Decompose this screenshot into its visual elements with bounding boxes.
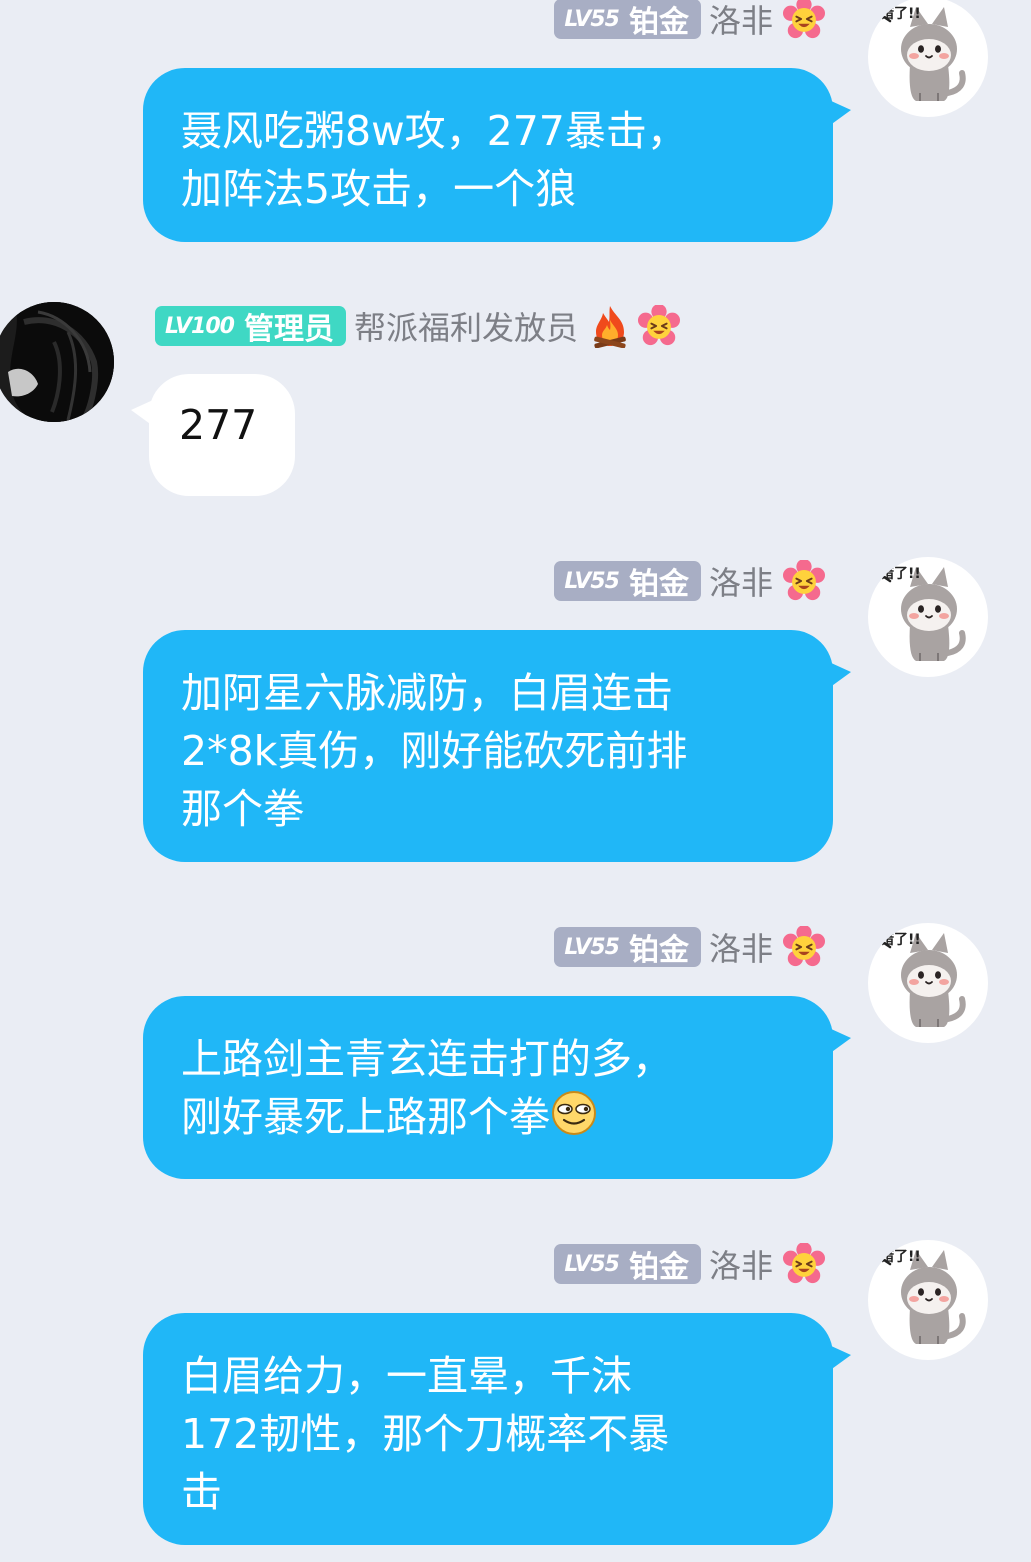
- bubble-tail: [829, 662, 851, 688]
- laughing-flower-emoji-icon: [783, 0, 825, 40]
- laughing-flower-emoji-icon: [783, 926, 825, 968]
- message-text-line: 白眉给力，一直晕，千沫: [181, 1352, 632, 1400]
- message-bubble[interactable]: 上路剑主青玄连击打的多， 刚好暴死上路那个拳: [143, 996, 833, 1179]
- sender-name[interactable]: 洛非: [709, 924, 773, 970]
- rank-title: 铂金: [628, 1250, 689, 1285]
- level-label: LV55: [564, 1251, 620, 1277]
- avatar-sticker-text: 错了!!: [880, 1249, 921, 1265]
- level-badge[interactable]: LV55 铂金: [554, 1244, 701, 1285]
- avatar[interactable]: 错了!!: [868, 0, 988, 117]
- avatar-sticker-text: 错了!!: [880, 932, 921, 948]
- level-badge[interactable]: LV55 铂金: [554, 561, 701, 602]
- message-bubble[interactable]: 加阿星六脉减防，白眉连击 2*8k真伤，刚好能砍死前排 那个拳: [143, 630, 833, 862]
- message-bubble[interactable]: 白眉给力，一直晕，千沫 172韧性，那个刀概率不暴 击: [143, 1313, 833, 1545]
- rank-title: 管理员: [243, 312, 334, 347]
- rank-title: 铂金: [628, 933, 689, 968]
- message-bubble[interactable]: 聂风吃粥8w攻，277暴击， 加阵法5攻击，一个狼: [143, 68, 833, 242]
- avatar[interactable]: 错了!!: [868, 1240, 988, 1360]
- message-text-line: 172韧性，那个刀概率不暴: [181, 1410, 670, 1458]
- level-label: LV55: [564, 6, 620, 32]
- message-text-line: 上路剑主青玄连击打的多，: [181, 1035, 673, 1083]
- level-badge[interactable]: LV55 铂金: [554, 927, 701, 968]
- message-text: 刚好暴死上路那个拳: [181, 1093, 550, 1141]
- sender-name[interactable]: 洛非: [709, 1241, 773, 1287]
- message-header: LV100 管理员 帮派福利发放员: [155, 304, 680, 348]
- laughing-flower-emoji-icon: [638, 305, 680, 347]
- message-text-line: 聂风吃粥8w攻，277暴击，: [181, 107, 688, 155]
- rank-title: 铂金: [628, 5, 689, 40]
- bubble-tail: [829, 1345, 851, 1371]
- avatar[interactable]: 错了!!: [868, 557, 988, 677]
- message-text-line: 加阵法5攻击，一个狼: [181, 165, 577, 213]
- message-header: LV55 铂金 洛非: [554, 925, 825, 969]
- message-header: LV55 铂金 洛非: [554, 0, 825, 41]
- level-label: LV100: [165, 313, 235, 339]
- avatar-sticker-text: 错了!!: [880, 566, 921, 582]
- bubble-tail: [131, 400, 153, 426]
- laughing-flower-emoji-icon: [783, 1243, 825, 1285]
- level-badge[interactable]: LV100 管理员: [155, 306, 346, 347]
- sender-name[interactable]: 帮派福利发放员: [354, 303, 578, 349]
- fire-emoji-icon: [588, 304, 632, 348]
- message-text-line: 277: [179, 401, 258, 449]
- message-bubble[interactable]: 277: [149, 374, 296, 496]
- level-label: LV55: [564, 568, 620, 594]
- level-badge[interactable]: LV55 铂金: [554, 0, 701, 40]
- avatar-sticker-text: 错了!!: [880, 6, 921, 22]
- sender-name[interactable]: 洛非: [709, 0, 773, 42]
- smug-face-emoji-icon: [550, 1089, 598, 1137]
- level-label: LV55: [564, 934, 620, 960]
- message-text-line: 那个拳: [181, 785, 304, 833]
- message-text-line: 刚好暴死上路那个拳: [181, 1088, 805, 1146]
- dark-haired-figure-avatar: [0, 302, 114, 422]
- message-text-line: 击: [181, 1468, 222, 1516]
- message-text-line: 2*8k真伤，刚好能砍死前排: [181, 727, 688, 775]
- avatar[interactable]: [0, 302, 114, 422]
- bubble-tail: [829, 100, 851, 126]
- laughing-flower-emoji-icon: [783, 560, 825, 602]
- sender-name[interactable]: 洛非: [709, 558, 773, 604]
- message-header: LV55 铂金 洛非: [554, 1242, 825, 1286]
- message-text-line: 加阿星六脉减防，白眉连击: [181, 669, 673, 717]
- message-header: LV55 铂金 洛非: [554, 559, 825, 603]
- rank-title: 铂金: [628, 567, 689, 602]
- bubble-tail: [829, 1028, 851, 1054]
- avatar[interactable]: 错了!!: [868, 923, 988, 1043]
